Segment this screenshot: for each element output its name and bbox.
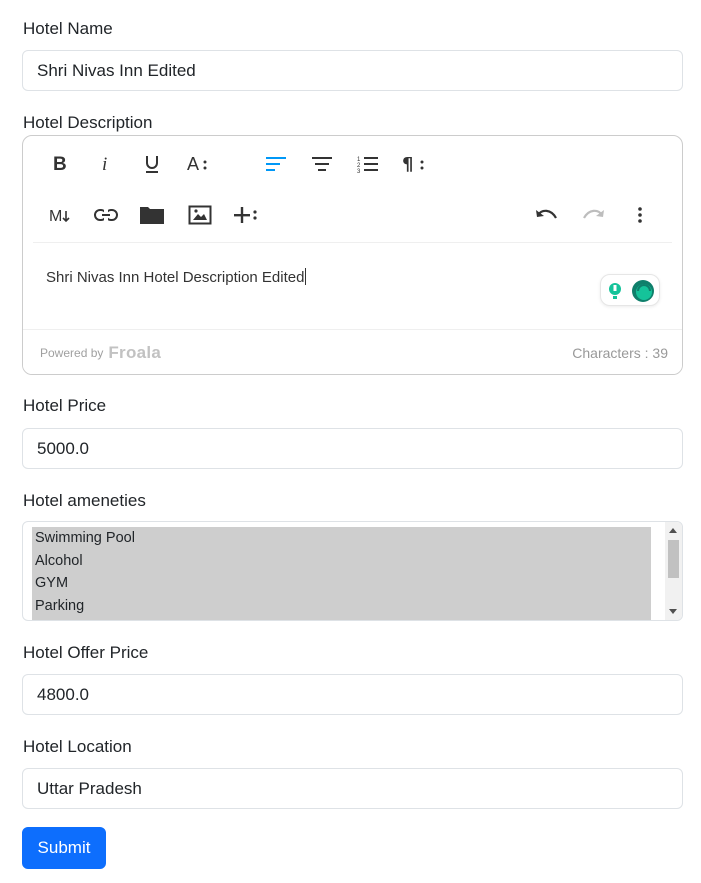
more-options-icon[interactable] bbox=[622, 197, 658, 233]
undo-icon[interactable] bbox=[529, 197, 565, 233]
italic-icon[interactable]: i bbox=[88, 146, 124, 182]
font-size-icon[interactable]: A bbox=[180, 146, 216, 182]
amenity-option-gym[interactable]: GYM bbox=[32, 572, 651, 595]
hotel-offer-price-input[interactable] bbox=[22, 674, 683, 715]
amenity-option-parking[interactable]: Parking bbox=[32, 595, 651, 618]
scroll-down-arrow-icon[interactable] bbox=[669, 609, 677, 614]
editor-footer: Powered by Froala Characters : 39 bbox=[23, 329, 682, 374]
more-insert-icon[interactable] bbox=[228, 197, 264, 233]
svg-text:M: M bbox=[49, 208, 62, 225]
bold-icon[interactable]: B bbox=[42, 146, 78, 182]
scroll-thumb[interactable] bbox=[668, 540, 679, 578]
hotel-description-label: Hotel Description bbox=[23, 113, 153, 132]
editor-text: Shri Nivas Inn Hotel Description Edited bbox=[46, 269, 305, 286]
svg-text:A: A bbox=[187, 154, 199, 174]
amenities-multiselect[interactable]: Swimming Pool Alcohol GYM Parking bbox=[22, 521, 683, 621]
toolbar-divider bbox=[33, 242, 672, 243]
scroll-up-arrow-icon[interactable] bbox=[669, 528, 677, 533]
character-counter: Characters : 39 bbox=[572, 345, 668, 361]
amenities-scrollbar[interactable] bbox=[665, 522, 682, 620]
hotel-location-input[interactable] bbox=[22, 768, 683, 809]
hotel-price-label: Hotel Price bbox=[23, 396, 107, 415]
text-caret bbox=[305, 268, 307, 285]
align-center-icon[interactable] bbox=[304, 146, 340, 182]
paragraph-format-icon[interactable]: ¶ bbox=[396, 146, 432, 182]
froala-logo: Froala bbox=[108, 343, 162, 362]
hotel-location-label: Hotel Location bbox=[23, 737, 132, 756]
hotel-price-input[interactable] bbox=[22, 428, 683, 469]
grammarly-icon bbox=[609, 280, 654, 302]
hotel-name-label: Hotel Name bbox=[23, 19, 113, 38]
grammarly-widget[interactable] bbox=[600, 274, 660, 306]
svg-text:3: 3 bbox=[357, 169, 361, 173]
svg-text:¶: ¶ bbox=[402, 154, 413, 174]
folder-icon[interactable] bbox=[134, 197, 170, 233]
submit-button[interactable]: Submit bbox=[22, 827, 106, 869]
amenity-option-swimming-pool[interactable]: Swimming Pool bbox=[32, 527, 651, 550]
editor-content[interactable]: Shri Nivas Inn Hotel Description Edited bbox=[46, 268, 307, 286]
hotel-name-input[interactable] bbox=[22, 50, 683, 91]
amenity-option-alcohol[interactable]: Alcohol bbox=[32, 550, 651, 573]
hotel-amenities-label: Hotel ameneties bbox=[23, 491, 146, 510]
powered-by[interactable]: Powered by Froala bbox=[40, 343, 161, 363]
align-left-icon[interactable] bbox=[258, 146, 294, 182]
underline-icon[interactable] bbox=[134, 146, 170, 182]
link-icon[interactable] bbox=[88, 197, 124, 233]
rich-text-editor: B i A 123 ¶ M Shri Nivas Inn Hotel Descr… bbox=[22, 135, 683, 375]
markdown-icon[interactable]: M bbox=[42, 197, 78, 233]
svg-text:B: B bbox=[53, 154, 67, 174]
svg-text:i: i bbox=[102, 154, 107, 174]
hotel-offer-price-label: Hotel Offer Price bbox=[23, 643, 149, 662]
amenities-options: Swimming Pool Alcohol GYM Parking bbox=[32, 527, 651, 620]
ordered-list-icon[interactable]: 123 bbox=[350, 146, 386, 182]
powered-by-text: Powered by bbox=[40, 346, 104, 360]
image-icon[interactable] bbox=[182, 197, 218, 233]
redo-icon[interactable] bbox=[575, 197, 611, 233]
